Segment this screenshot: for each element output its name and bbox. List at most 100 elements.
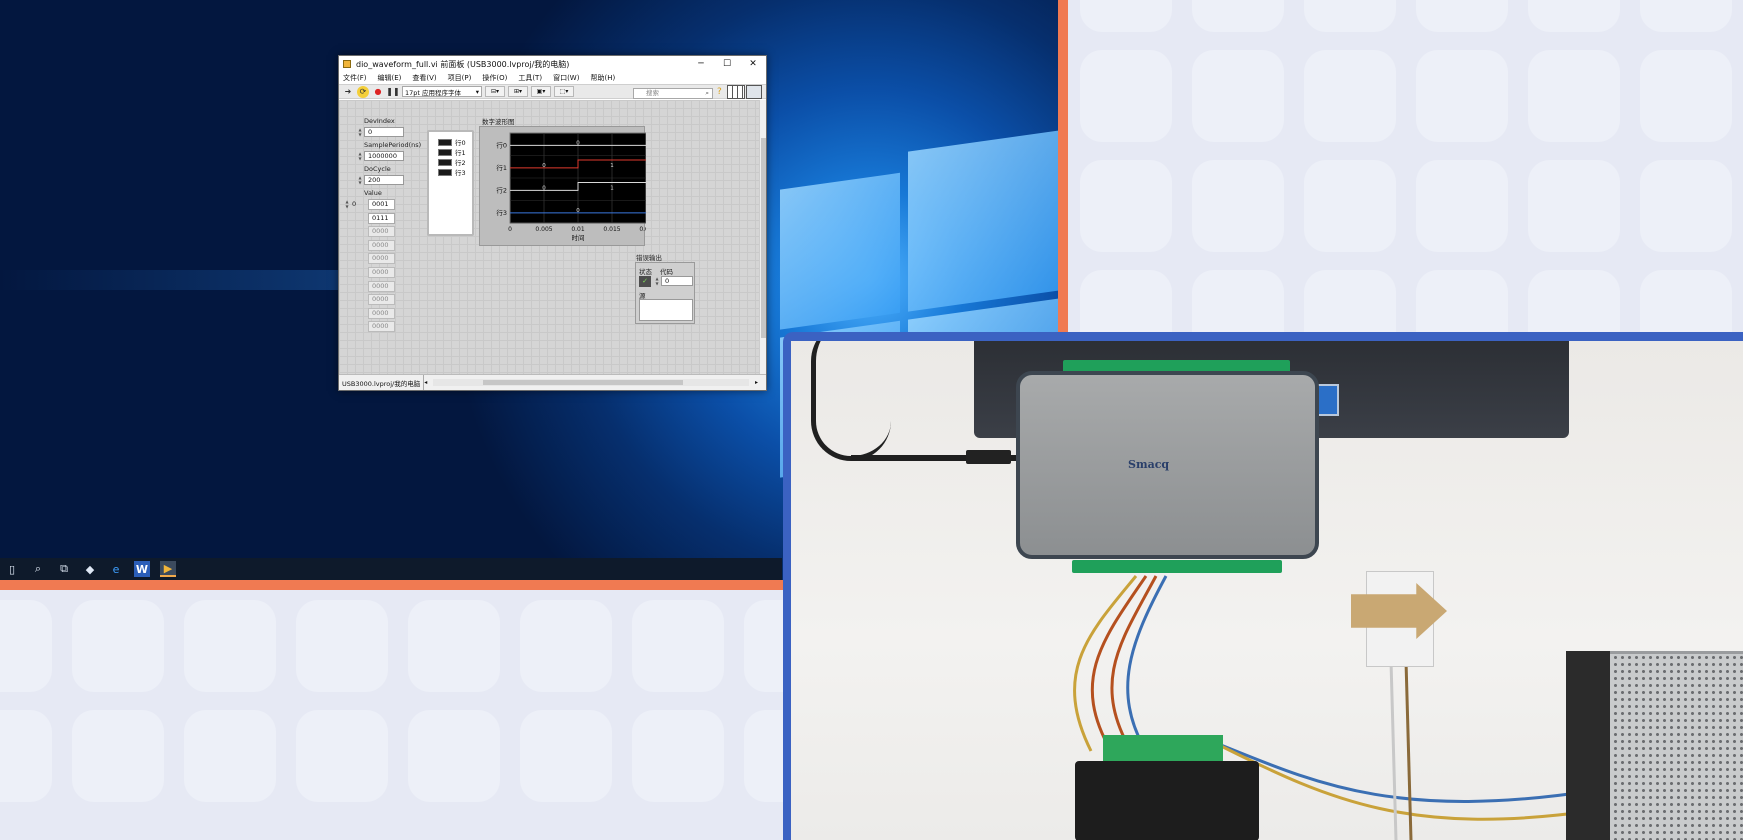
window-title: dio_waveform_full.vi 前面板 (USB3000.lvproj…: [356, 59, 570, 69]
code-spinner: ▲ ▼: [655, 276, 659, 286]
docycle-label: DoCycle: [364, 165, 391, 173]
docycle-input[interactable]: 200: [364, 175, 404, 185]
array-index[interactable]: 0: [352, 200, 356, 208]
array-element[interactable]: 0000: [368, 226, 395, 238]
menu-window[interactable]: 窗口(W): [553, 73, 579, 83]
array-element[interactable]: 0000: [368, 321, 395, 333]
title-bar: dio_waveform_full.vi 前面板 (USB3000.lvproj…: [339, 56, 766, 72]
labview-window: dio_waveform_full.vi 前面板 (USB3000.lvproj…: [338, 55, 767, 391]
bit-value-label: 0: [576, 140, 580, 146]
app-icon[interactable]: ◆: [82, 561, 98, 577]
array-element[interactable]: 0000: [368, 280, 395, 292]
legend-row[interactable]: 行3: [429, 167, 472, 177]
scroll-right-icon[interactable]: ▸: [755, 379, 758, 386]
menu-edit[interactable]: 编辑(E): [378, 73, 402, 83]
value-label: Value: [364, 189, 382, 197]
vertical-scrollbar[interactable]: [759, 100, 766, 375]
bit-value-label: 0: [542, 163, 546, 169]
source-textbox: [639, 299, 693, 321]
x-tick-label: 0.02: [639, 226, 646, 233]
devindex-label: DevIndex: [364, 117, 395, 125]
menu-tools[interactable]: 工具(T): [518, 73, 542, 83]
bit-value-label: 0: [576, 208, 580, 214]
error-out-title: 错误输出: [636, 254, 662, 262]
edge-icon[interactable]: e: [108, 561, 124, 577]
font-selector[interactable]: 17pt 应用程序字体 ▾: [402, 86, 482, 97]
sampleperiod-input[interactable]: 1000000: [364, 151, 404, 161]
legend-row[interactable]: 行1: [429, 147, 472, 157]
align-objects-button[interactable]: ⊟▾: [485, 86, 505, 97]
code-value: 0: [661, 276, 693, 286]
waveform-icon: [438, 168, 452, 176]
abort-icon[interactable]: ●: [372, 86, 384, 98]
camera-view: Smacq: [791, 341, 1743, 840]
run-icon[interactable]: ➜: [342, 86, 354, 98]
x-axis-label: 时间: [572, 233, 585, 242]
array-element[interactable]: 0000: [368, 267, 395, 278]
search-icon: ⌕: [705, 89, 709, 97]
legend-row[interactable]: 行2: [429, 157, 472, 167]
menu-help[interactable]: 帮助(H): [590, 73, 615, 83]
x-tick-label: 0.015: [603, 226, 620, 233]
menu-view[interactable]: 查看(V): [412, 73, 436, 83]
start-icon[interactable]: ▯: [4, 561, 20, 577]
word-icon[interactable]: W: [134, 561, 150, 577]
maximize-button[interactable]: ☐: [714, 59, 740, 69]
pause-icon[interactable]: ❚❚: [386, 86, 399, 98]
motor-driver: [1075, 761, 1259, 840]
sampleperiod-label: SamplePeriod(ns): [364, 141, 422, 149]
connector-pane-icon[interactable]: [727, 85, 745, 99]
sampleperiod-spinner[interactable]: ▲ ▼: [357, 151, 363, 161]
chevron-down-icon: ▾: [475, 87, 479, 96]
waveform-icon: [438, 138, 452, 146]
search-input[interactable]: 搜索 ⌕: [633, 88, 713, 99]
minimize-button[interactable]: ─: [688, 59, 714, 69]
menu-bar: 文件(F) 编辑(E) 查看(V) 项目(P) 操作(O) 工具(T) 窗口(W…: [339, 72, 766, 84]
scroll-left-icon[interactable]: ◂: [424, 379, 427, 386]
row-label: 行2: [496, 185, 507, 194]
graph-title: 数字波形图: [482, 118, 515, 126]
legend-label: 行1: [455, 149, 466, 157]
close-button[interactable]: ✕: [740, 59, 766, 69]
bit-value-label: 1: [610, 185, 614, 191]
legend-label: 行2: [455, 159, 466, 167]
bit-value-label: 0: [542, 185, 546, 191]
code-label: 代码: [660, 268, 673, 276]
legend-row[interactable]: 行0: [429, 137, 472, 147]
menu-operate[interactable]: 操作(O): [482, 73, 507, 83]
run-continuously-icon[interactable]: ⟳: [357, 85, 369, 98]
taskbar: ▯ ⌕ ⧉ ◆ e W ▶: [0, 558, 782, 580]
array-element[interactable]: 0000: [368, 253, 395, 265]
array-element[interactable]: 0000: [368, 239, 395, 251]
waveform-plot: 行0 行1 行2 行3 0 0 1 0 1 0 0 0.005 0.01 0.015 0.02 时间: [496, 132, 653, 242]
array-element[interactable]: 0000: [368, 294, 395, 306]
devindex-input[interactable]: 0: [364, 127, 404, 137]
row-label: 行1: [496, 163, 507, 172]
labview-icon[interactable]: ▶: [160, 561, 176, 577]
devindex-spinner[interactable]: ▲ ▼: [357, 127, 363, 137]
array-element[interactable]: 0001: [368, 199, 395, 210]
vi-icon[interactable]: [746, 85, 762, 99]
array-element[interactable]: 0111: [368, 212, 395, 224]
task-view-icon[interactable]: ⧉: [56, 561, 72, 577]
resize-objects-button[interactable]: ▣▾: [531, 86, 551, 97]
menu-file[interactable]: 文件(F): [343, 73, 367, 83]
error-out-cluster: 状态 代码 ✓ ▲ ▼ 0 源: [635, 262, 695, 324]
help-icon[interactable]: ?: [717, 87, 722, 97]
search-placeholder: 搜索: [646, 89, 659, 97]
reorder-button[interactable]: ⬚▾: [554, 86, 574, 97]
array-index-spinner[interactable]: ▲ ▼: [344, 199, 350, 209]
waveform-graph[interactable]: 行0 行1 行2 行3 0 0 1 0 1 0 0 0.005 0.01 0.015 0.02 时间: [479, 126, 653, 246]
distribute-objects-button[interactable]: ⊞▾: [508, 86, 528, 97]
x-tick-label: 0.005: [535, 226, 552, 233]
plot-legend: 行0 行1 行2 行3: [427, 130, 474, 236]
menu-project[interactable]: 项目(P): [448, 73, 472, 83]
array-element[interactable]: 0000: [368, 307, 395, 319]
status-bar: USB3000.lvproj/我的电脑 ◂ ▸: [339, 374, 766, 390]
horizontal-scrollbar[interactable]: [433, 379, 749, 386]
waveform-icon: [438, 158, 452, 166]
power-supply-terminal: [1566, 651, 1610, 840]
docycle-spinner[interactable]: ▲ ▼: [357, 175, 363, 185]
search-icon[interactable]: ⌕: [30, 561, 46, 577]
legend-label: 行3: [455, 169, 466, 177]
